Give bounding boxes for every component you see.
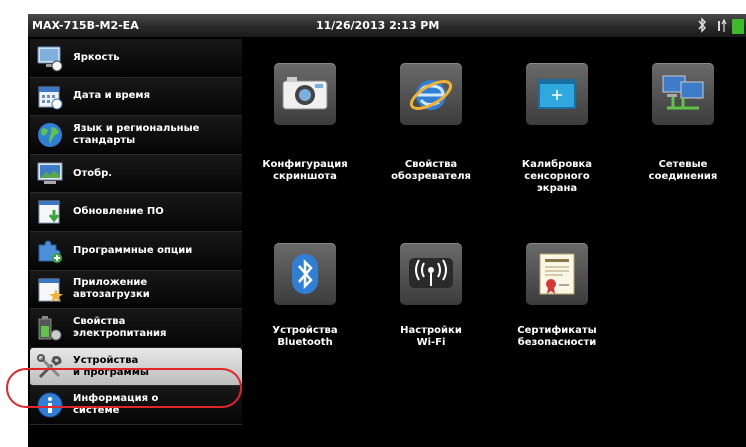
sidebar-item-label: Свойства электропитания <box>73 315 167 339</box>
sidebar-item-language[interactable]: Язык и региональные стандарты <box>30 116 242 155</box>
sidebar-item-label: Приложение автозагрузки <box>73 277 150 301</box>
tile-label: Устройства Bluetooth <box>272 325 338 348</box>
clock[interactable]: 11/26/2013 2:13 PM <box>316 19 439 32</box>
display-icon <box>37 162 63 184</box>
status-bar: MAX-715B-M2-EA 11/26/2013 2:13 PM <box>28 14 746 37</box>
sidebar-item-brightness[interactable]: Яркость <box>30 39 242 78</box>
sidebar-item-label: Программные опции <box>73 244 193 256</box>
selection-highlight-callout <box>6 368 242 408</box>
sidebar-item-power[interactable]: Свойства электропитания <box>30 309 242 348</box>
tile-label: Свойства обозревателя <box>391 159 471 182</box>
tile-wifi-settings[interactable] <box>400 243 462 305</box>
tile-browser-properties[interactable] <box>400 63 462 125</box>
tile-label: Калибровка сенсорного экрана <box>521 159 593 194</box>
content-area: Конфигурация скриншота Свойства обозрева… <box>244 39 746 447</box>
internet-explorer-icon <box>409 80 453 110</box>
sidebar-item-label: Яркость <box>73 51 120 63</box>
tile-label: Сетевые соединения <box>648 159 718 182</box>
sidebar-item-date-time[interactable]: Дата и время <box>30 77 242 117</box>
bluetooth-icon <box>292 254 318 294</box>
device-name: MAX-715B-M2-EA <box>32 19 139 32</box>
startup-app-icon <box>38 278 63 302</box>
network-connections-icon <box>662 75 704 110</box>
certificate-icon <box>539 253 575 295</box>
monitor-brightness-icon <box>37 46 63 72</box>
tile-touch-calibration[interactable] <box>526 63 588 125</box>
tile-network-connections[interactable] <box>652 63 714 125</box>
tile-screenshot-config[interactable] <box>274 63 336 125</box>
sidebar-item-label: Дата и время <box>73 90 151 102</box>
touch-calibration-icon <box>538 79 576 109</box>
camera-icon <box>282 77 328 110</box>
battery-status-icon[interactable] <box>718 18 746 34</box>
battery-icon <box>38 316 62 341</box>
sidebar-item-label: Язык и региональные стандарты <box>73 122 200 146</box>
sidebar-item-startup-app[interactable]: Приложение автозагрузки <box>30 270 242 310</box>
bluetooth-status-icon[interactable] <box>696 17 708 33</box>
sidebar-item-label: Обновление ПО <box>73 206 164 218</box>
wifi-icon <box>409 258 453 288</box>
software-update-icon <box>38 200 60 224</box>
sidebar-item-label: Отобр. <box>73 167 113 179</box>
sidebar-item-display[interactable]: Отобр. <box>30 154 242 194</box>
tile-label: Сертификаты безопасности <box>517 325 597 348</box>
tile-label: Конфигурация скриншота <box>262 159 348 182</box>
puzzle-icon <box>38 240 62 263</box>
globe-icon <box>38 123 62 148</box>
tile-security-certificates[interactable] <box>526 243 588 305</box>
sidebar-item-software-options[interactable]: Программные опции <box>30 231 242 271</box>
calendar-icon <box>38 86 63 110</box>
tile-label: Настройки Wi-Fi <box>400 325 462 348</box>
sidebar-item-software-update[interactable]: Обновление ПО <box>30 193 242 232</box>
tile-bluetooth-devices[interactable] <box>274 243 336 305</box>
